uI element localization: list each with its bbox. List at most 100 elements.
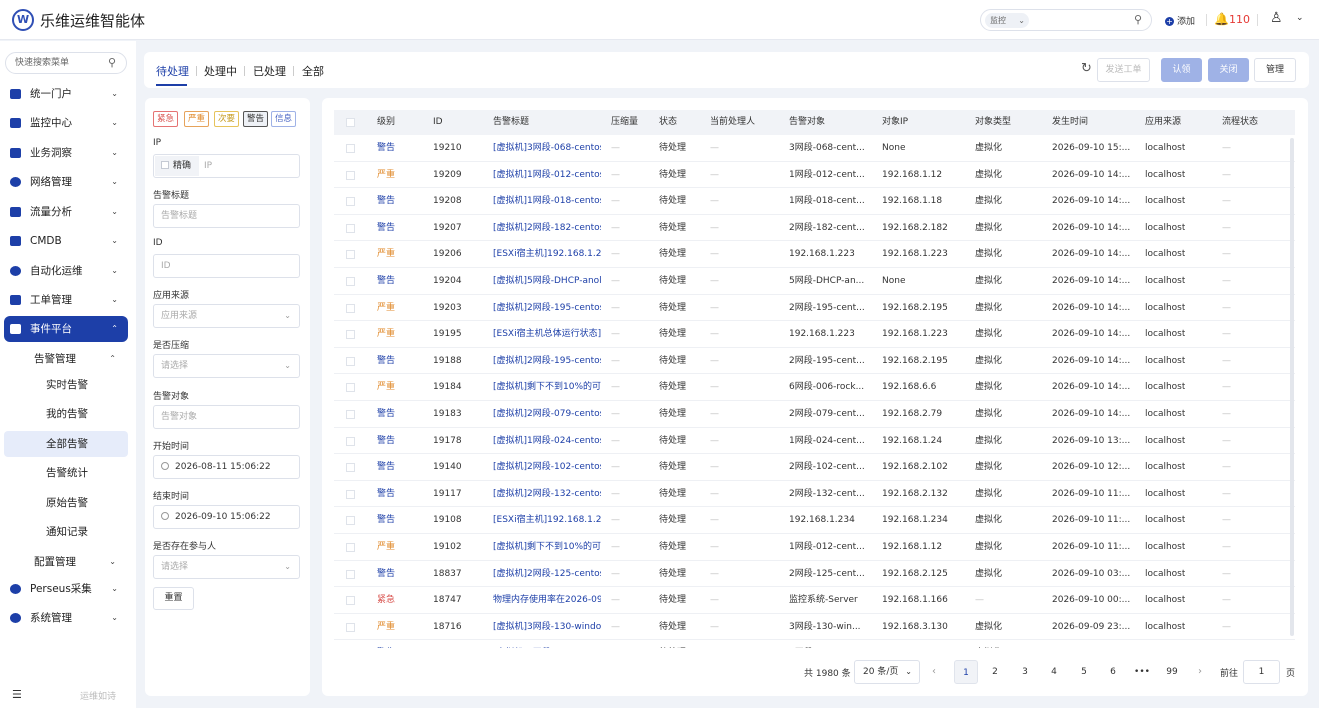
sidebar-sub-notify[interactable]: 通知记录 xyxy=(4,519,128,545)
cell-title[interactable]: [虚拟机]2网段-079-centos7 xyxy=(493,401,601,427)
cell-title[interactable]: [虚拟机]剩下不到10%的可用 xyxy=(493,534,601,560)
search-icon[interactable]: ⚲ xyxy=(1134,13,1142,26)
cell-title[interactable]: [虚拟机]2网段-182-centos7 xyxy=(493,215,601,241)
sidebar-sub-alert-mgmt[interactable]: 告警管理 ⌃ xyxy=(4,346,128,372)
sidebar-item-automation[interactable]: 自动化运维 ⌄ xyxy=(4,258,128,284)
cell-title[interactable]: [虚拟机]剩下不到10%的可用 xyxy=(493,374,601,400)
row-checkbox[interactable] xyxy=(346,356,355,366)
page-99[interactable]: 99 xyxy=(1160,660,1184,684)
source-select[interactable]: 应用来源 ⌄ xyxy=(153,304,300,328)
col-title[interactable]: 告警标题 xyxy=(493,110,529,135)
row-checkbox[interactable] xyxy=(346,144,355,153)
reset-button[interactable]: 重置 xyxy=(153,587,194,610)
sidebar-item-traffic[interactable]: 流量分析 ⌄ xyxy=(4,199,128,225)
alert-count[interactable]: 110 xyxy=(1229,13,1250,26)
next-page-icon[interactable]: › xyxy=(1198,666,1202,677)
ip-input[interactable]: 精确 IP xyxy=(153,154,300,178)
table-row[interactable]: 警告 19108 [ESXi宿主机]192.168.1.234 — 待处理 — 192.16… xyxy=(334,507,1295,534)
title-input[interactable]: 告警标题 xyxy=(153,204,300,228)
sidebar-item-perseus[interactable]: Perseus采集 ⌄ xyxy=(4,576,128,602)
start-time-input[interactable]: 2026-08-11 15:06:22 xyxy=(153,455,300,479)
cell-title[interactable]: [虚拟机]2网段-132-centos7 xyxy=(493,481,601,507)
precise-checkbox[interactable]: 精确 xyxy=(155,156,199,176)
table-row[interactable]: 警告 19188 [虚拟机]2网段-195-centos7 — 待处理 — 2网段-195-… xyxy=(334,348,1295,375)
tag-warning[interactable]: 警告 xyxy=(243,111,269,127)
col-handler[interactable]: 当前处理人 xyxy=(710,110,755,135)
row-checkbox[interactable] xyxy=(346,197,355,207)
cell-title[interactable]: [虚拟机]1网段-024-centos7 xyxy=(493,428,601,454)
refresh-icon[interactable]: ↻ xyxy=(1081,61,1092,76)
row-checkbox[interactable] xyxy=(346,303,355,313)
row-checkbox[interactable] xyxy=(346,223,355,233)
table-row[interactable]: 警告 19208 [虚拟机]1网段-018-centos7 — 待处理 — 1网段-018-… xyxy=(334,188,1295,215)
table-row[interactable]: 警告 19178 [虚拟机]1网段-024-centos7 — 待处理 — 1网段-024-… xyxy=(334,428,1295,455)
page-6[interactable]: 6 xyxy=(1101,660,1125,684)
page-5[interactable]: 5 xyxy=(1072,660,1096,684)
tab-all[interactable]: 全部 xyxy=(302,63,324,79)
col-target[interactable]: 告警对象 xyxy=(789,110,825,135)
tag-severe[interactable]: 严重 xyxy=(184,111,210,127)
target-input[interactable]: 告警对象 xyxy=(153,405,300,429)
page-ellipsis[interactable]: ••• xyxy=(1130,660,1154,684)
claim-button[interactable]: 认领 xyxy=(1161,58,1202,82)
col-level[interactable]: 级别 xyxy=(377,110,395,135)
row-checkbox[interactable] xyxy=(346,542,355,552)
search-scope-select[interactable]: 监控 ⌄ xyxy=(985,13,1029,28)
row-checkbox[interactable] xyxy=(346,409,355,419)
row-checkbox[interactable] xyxy=(346,622,355,632)
row-checkbox[interactable] xyxy=(346,516,355,526)
cell-title[interactable]: [虚拟机]3网段-068-centos7 xyxy=(493,135,601,161)
table-row[interactable]: 警告 18715 [虚拟机]3网段-130-window — 待处理 — 3网段-130-w… xyxy=(334,640,1295,648)
user-icon[interactable]: ♙ xyxy=(1270,10,1283,26)
sidebar-sub-mine[interactable]: 我的告警 xyxy=(4,401,128,427)
cell-title[interactable]: [虚拟机]1网段-012-centos7 xyxy=(493,162,601,188)
cell-title[interactable]: [ESXi宿主机总体运行状态]_ xyxy=(493,321,601,347)
tag-minor[interactable]: 次要 xyxy=(214,111,240,127)
page-1[interactable]: 1 xyxy=(954,660,978,684)
row-checkbox[interactable] xyxy=(346,569,355,579)
table-row[interactable]: 严重 19203 [虚拟机]2网段-195-centos7 — 待处理 — 2网段-195-… xyxy=(334,295,1295,322)
row-checkbox[interactable] xyxy=(346,596,355,606)
cell-title[interactable]: [虚拟机]2网段-195-centos7 xyxy=(493,348,601,374)
tag-info[interactable]: 信息 xyxy=(271,111,297,127)
row-checkbox[interactable] xyxy=(346,489,355,499)
sidebar-item-network[interactable]: 网络管理 ⌄ xyxy=(4,169,128,195)
sidebar-sub-config[interactable]: 配置管理 ⌄ xyxy=(4,549,128,575)
col-compress[interactable]: 压缩量 xyxy=(611,110,638,135)
cell-title[interactable]: [虚拟机]1网段-018-centos7 xyxy=(493,188,601,214)
row-checkbox[interactable] xyxy=(346,170,355,180)
cell-title[interactable]: [虚拟机]3网段-130-window xyxy=(493,640,601,648)
sidebar-item-cmdb[interactable]: CMDB ⌄ xyxy=(4,228,128,254)
row-checkbox[interactable] xyxy=(346,383,355,393)
page-2[interactable]: 2 xyxy=(983,660,1007,684)
sidebar-item-ticket[interactable]: 工单管理 ⌄ xyxy=(4,287,128,313)
col-ip[interactable]: 对象IP xyxy=(882,110,908,135)
cell-title[interactable]: [虚拟机]3网段-130-window xyxy=(493,614,601,640)
table-row[interactable]: 警告 19140 [虚拟机]2网段-102-centos7 — 待处理 — 2网段-102-… xyxy=(334,454,1295,481)
col-time[interactable]: 发生时间 xyxy=(1052,110,1088,135)
col-id[interactable]: ID xyxy=(433,110,443,135)
table-row[interactable]: 严重 19102 [虚拟机]剩下不到10%的可用 — 待处理 — 1网段-012-cent.… xyxy=(334,534,1295,561)
table-row[interactable]: 警告 18837 [虚拟机]2网段-125-centos7 — 待处理 — 2网段-125-… xyxy=(334,561,1295,588)
page-3[interactable]: 3 xyxy=(1013,660,1037,684)
sidebar-item-portal[interactable]: 统一门户 ⌄ xyxy=(4,81,128,107)
cell-title[interactable]: [ESXi宿主机]192.168.1.223 xyxy=(493,241,601,267)
add-button[interactable]: + 添加 xyxy=(1165,14,1195,27)
sidebar-sub-realtime[interactable]: 实时告警 xyxy=(4,372,128,398)
table-row[interactable]: 警告 19207 [虚拟机]2网段-182-centos7 — 待处理 — 2网段-182-… xyxy=(334,215,1295,242)
col-flow[interactable]: 流程状态 xyxy=(1222,110,1258,135)
col-source[interactable]: 应用来源 xyxy=(1145,110,1181,135)
table-row[interactable]: 警告 19204 [虚拟机]5网段-DHCP-anolis — 待处理 — 5网段-DHCP… xyxy=(334,268,1295,295)
global-search[interactable]: 监控 ⌄ ⚲ xyxy=(980,9,1152,31)
tab-processing[interactable]: 处理中 xyxy=(204,63,237,79)
end-time-input[interactable]: 2026-09-10 15:06:22 xyxy=(153,505,300,529)
cell-title[interactable]: [虚拟机]2网段-102-centos7 xyxy=(493,454,601,480)
col-status[interactable]: 状态 xyxy=(659,110,677,135)
chevron-down-icon[interactable]: ⌄ xyxy=(1296,13,1304,23)
manage-button[interactable]: 管理 xyxy=(1254,58,1296,82)
table-row[interactable]: 警告 19210 [虚拟机]3网段-068-centos7 — 待处理 — 3网段-068-… xyxy=(334,135,1295,162)
sidebar-sub-stats[interactable]: 告警统计 xyxy=(4,460,128,486)
compress-select[interactable]: 请选择 ⌄ xyxy=(153,354,300,378)
prev-page-icon[interactable]: ‹ xyxy=(932,666,936,677)
page-4[interactable]: 4 xyxy=(1042,660,1066,684)
